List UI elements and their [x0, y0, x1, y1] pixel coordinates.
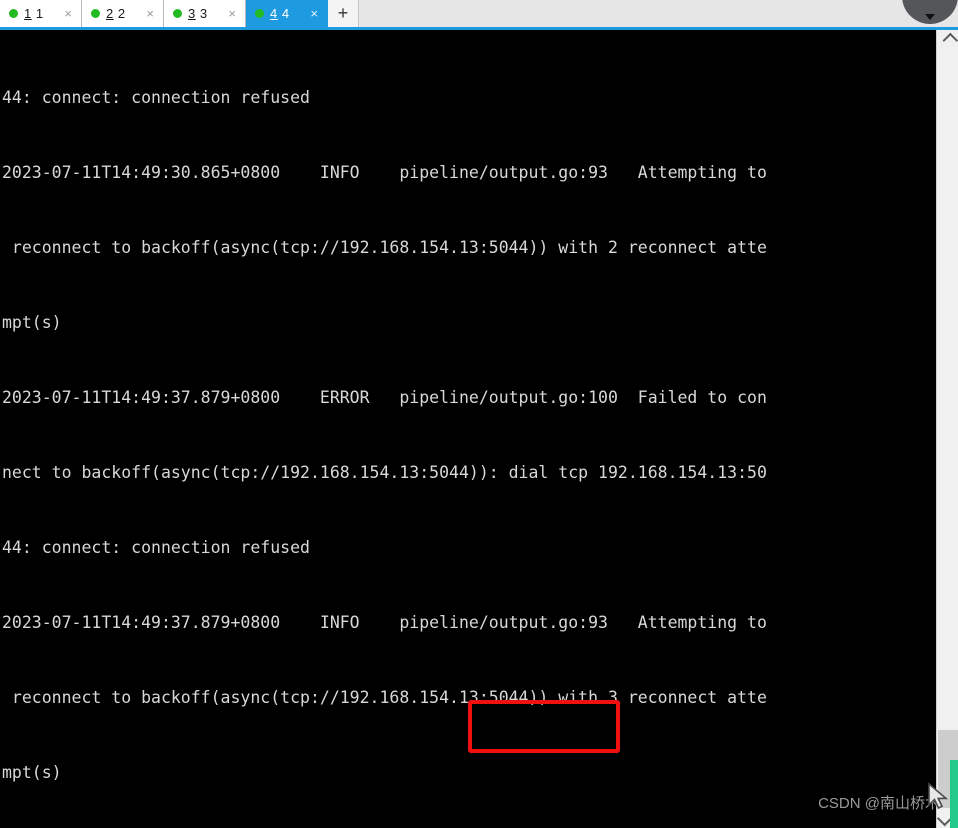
terminal-line: mpt(s) [2, 313, 62, 332]
tab-bar: 1 1 × 2 2 × 3 3 × 4 4 × + [0, 0, 958, 27]
tab-label: 3 3 [188, 6, 220, 21]
vertical-scrollbar[interactable] [936, 30, 958, 828]
terminal-line: 44: connect: connection refused [2, 88, 310, 107]
tab-bar-spacer [359, 0, 932, 27]
terminal-line: reconnect to backoff(async(tcp://192.168… [2, 688, 767, 707]
terminal-line: 2023-07-11T14:49:37.879+0800 INFO pipeli… [2, 613, 767, 632]
scroll-up-button[interactable] [937, 30, 958, 50]
terminal-window: 1 1 × 2 2 × 3 3 × 4 4 × + 44: connect: c… [0, 0, 958, 828]
tab-label-rest: 2 [113, 6, 126, 21]
scrollbar-edge-highlight [950, 760, 958, 828]
tab-status-dot-icon [173, 9, 182, 18]
tab-3[interactable]: 3 3 × [164, 0, 246, 27]
tab-label-rest: 3 [195, 6, 208, 21]
tab-2[interactable]: 2 2 × [82, 0, 164, 27]
tab-status-dot-icon [91, 9, 100, 18]
tab-label: 2 2 [106, 6, 138, 21]
terminal-line: reconnect to backoff(async(tcp://192.168… [2, 238, 767, 257]
chevron-down-icon [925, 14, 935, 20]
terminal-output[interactable]: 44: connect: connection refused 2023-07-… [0, 30, 936, 828]
mouse-arrow-icon [928, 782, 949, 810]
tab-label-mnemonic: 1 [24, 6, 32, 21]
tab-label: 4 4 [270, 6, 302, 21]
terminal-line: mpt(s) [2, 763, 62, 782]
tab-close-icon[interactable]: × [308, 7, 320, 20]
tab-close-icon[interactable]: × [144, 7, 156, 20]
terminal-line: 2023-07-11T14:49:37.879+0800 ERROR pipel… [2, 388, 767, 407]
tab-close-icon[interactable]: × [226, 7, 238, 20]
terminal-line: 2023-07-11T14:49:30.865+0800 INFO pipeli… [2, 163, 767, 182]
tab-close-icon[interactable]: × [62, 7, 74, 20]
tab-status-dot-icon [255, 9, 264, 18]
tab-label-mnemonic: 2 [106, 6, 114, 21]
tab-label-mnemonic: 4 [270, 6, 278, 21]
watermark: CSDN @南山桥木 [818, 795, 940, 812]
tab-label-rest: 1 [31, 6, 44, 21]
tab-4[interactable]: 4 4 × [246, 0, 328, 27]
terminal-line: 44: connect: connection refused [2, 538, 310, 557]
chevron-up-icon [942, 32, 958, 48]
tab-label-mnemonic: 3 [188, 6, 196, 21]
terminal-line: nect to backoff(async(tcp://192.168.154.… [2, 463, 767, 482]
tab-1[interactable]: 1 1 × [0, 0, 82, 27]
tab-status-dot-icon [9, 9, 18, 18]
tab-label-rest: 4 [277, 6, 290, 21]
new-tab-button[interactable]: + [328, 0, 359, 27]
tab-label: 1 1 [24, 6, 56, 21]
